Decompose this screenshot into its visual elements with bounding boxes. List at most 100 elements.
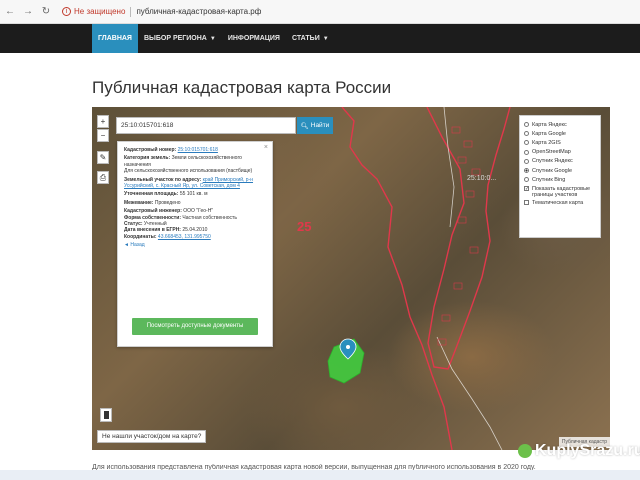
category-label: Категория земель:	[124, 155, 171, 162]
parcel-info-popup: × Кадастровый номер: 25:10:015701:618 Ка…	[117, 141, 273, 347]
chevron-down-icon: ▼	[209, 35, 216, 42]
site-navbar: ГЛАВНАЯ ВЫБОР РЕГИОНА ▼ ИНФОРМАЦИЯ СТАТЬИ…	[0, 24, 640, 53]
layer-label: Спутник Bing	[532, 176, 566, 183]
house-parcel	[463, 140, 473, 148]
layer-option[interactable]: Карта Яндекс	[524, 120, 596, 129]
layer-label: Карта Яндекс	[532, 121, 567, 128]
radio-selected-icon	[524, 168, 529, 174]
insecure-label: Не защищено	[74, 7, 126, 16]
zoom-out-button[interactable]: −	[97, 129, 109, 142]
address-label: Земельный участок по адресу:	[124, 176, 202, 183]
layer-label: Карта 2GIS	[532, 139, 561, 146]
layer-label: OpenStreetMap	[532, 149, 571, 156]
watermark-logo-icon	[518, 444, 532, 458]
layer-label: Спутник Google	[532, 167, 572, 174]
show-boundaries-label: Показать кадастровые границы участков	[532, 186, 591, 199]
layer-option-selected[interactable]: Спутник Google	[524, 166, 596, 175]
coordinates-link[interactable]: 43.668453, 131.995750	[158, 234, 211, 240]
map-layers-panel: Карта Яндекс Карта Google Карта 2GIS Ope…	[519, 115, 601, 238]
nav-home[interactable]: ГЛАВНАЯ	[92, 24, 138, 53]
status-value: Учтенный	[143, 221, 167, 228]
nav-information[interactable]: ИНФОРМАЦИЯ	[222, 24, 286, 53]
search-icon: 🔍︎	[300, 122, 309, 130]
layer-label: Карта Google	[532, 130, 566, 137]
radio-icon	[524, 122, 529, 128]
show-boundaries-toggle[interactable]: ✓ Показать кадастровые границы участков	[524, 186, 596, 198]
thematic-map-label: Тематическая карта	[532, 200, 584, 207]
house-parcel	[465, 190, 475, 198]
egrn-date-label: Дата внесения в ЕГРН:	[124, 227, 181, 234]
engineer-label: Кадастровый инженер:	[124, 208, 182, 215]
not-found-link[interactable]: Не нашли участок/дом на карте?	[97, 430, 207, 443]
house-parcel	[457, 156, 467, 164]
address-bar-url[interactable]: публичная-кадастровая-карта.рф	[136, 7, 261, 16]
radio-icon	[524, 131, 529, 137]
watermark-text: KuplуSrazu.ru	[535, 442, 640, 459]
nav-home-label: ГЛАВНАЯ	[98, 35, 132, 42]
chevron-down-icon: ▼	[322, 35, 329, 42]
print-icon[interactable]: ⎙	[97, 171, 109, 184]
marker-dot	[346, 345, 350, 349]
usage-value: Для сельскохозяйственного использования …	[124, 168, 253, 175]
zone-boundary	[341, 107, 453, 450]
survey-value: Проведено	[154, 199, 181, 206]
engineer-value: ООО "Гео-Н"	[183, 208, 214, 215]
ownership-label: Форма собственности:	[124, 214, 181, 221]
layer-option[interactable]: Спутник Яндекс	[524, 157, 596, 166]
info-warning-icon: i	[62, 7, 71, 16]
cadastral-search-input[interactable]: 25:10:015701:618	[116, 117, 296, 134]
page-title: Публичная кадастровая карта России	[92, 78, 392, 97]
close-icon[interactable]: ×	[264, 144, 268, 151]
forward-arrow-icon[interactable]: →	[22, 6, 34, 18]
taskbar	[0, 470, 640, 480]
house-parcel	[469, 246, 479, 254]
cadastral-zone-label: 25	[297, 219, 312, 234]
status-label: Статус:	[124, 221, 143, 228]
settlement-parcel-label: 25:10:0...	[467, 175, 497, 182]
settlement-boundary	[426, 107, 511, 370]
cadastral-map[interactable]: 25:10:015701:618 🔍︎ Найти + − ✎ ⎙ × Када…	[92, 107, 610, 450]
back-link[interactable]: ◄ Назад	[124, 242, 266, 248]
area-label: Уточненная площадь:	[124, 191, 179, 198]
house-parcel	[453, 282, 463, 290]
egrn-date-value: 25.04.2010	[182, 227, 208, 234]
nav-articles[interactable]: СТАТЬИ ▼	[286, 24, 335, 53]
url-separator	[130, 6, 132, 17]
nav-articles-label: СТАТЬИ	[291, 35, 320, 42]
nav-select-region-label: ВЫБОР РЕГИОНА	[143, 35, 207, 42]
radio-icon	[524, 149, 529, 155]
coordinates-label: Координаты:	[124, 233, 157, 240]
back-arrow-icon[interactable]: ←	[4, 6, 16, 18]
ownership-value: Частная собственность	[182, 214, 237, 221]
layer-option[interactable]: Спутник Bing	[524, 175, 596, 184]
house-parcel	[457, 216, 467, 224]
zoom-in-button[interactable]: +	[97, 115, 109, 128]
cadastral-number-link[interactable]: 25:10:015701:618	[178, 147, 218, 153]
survey-label: Межевание:	[124, 199, 154, 206]
thematic-map-toggle[interactable]: Тематическая карта	[524, 200, 596, 206]
cadastral-number-label: Кадастровый номер:	[124, 147, 177, 153]
area-value: 55 101 кв. м	[179, 191, 208, 198]
radio-icon	[524, 140, 529, 146]
browser-toolbar: ← → ↻ i Не защищено публичная-кадастрова…	[0, 0, 640, 24]
layer-option[interactable]: OpenStreetMap	[524, 148, 596, 157]
house-parcel	[441, 314, 451, 322]
road-line	[436, 336, 503, 450]
checkbox-icon	[524, 200, 529, 206]
watermark: KuplуSrazu.ru	[518, 442, 640, 460]
view-documents-button[interactable]: Посмотреть доступные документы	[132, 318, 258, 335]
search-button[interactable]: 🔍︎ Найти	[297, 117, 333, 134]
road-line	[443, 107, 455, 228]
ruler-icon[interactable]: ✎	[97, 151, 109, 164]
house-parcel	[451, 126, 461, 134]
reload-icon[interactable]: ↻	[40, 6, 52, 18]
nav-select-region[interactable]: ВЫБОР РЕГИОНА ▼	[138, 24, 222, 53]
layer-option[interactable]: Карта Google	[524, 129, 596, 138]
security-indicator[interactable]: i Не защищено	[62, 7, 125, 16]
layer-option[interactable]: Карта 2GIS	[524, 138, 596, 147]
search-button-label: Найти	[310, 122, 330, 129]
nav-information-label: ИНФОРМАЦИЯ	[227, 35, 280, 42]
bookmark-icon[interactable]	[100, 408, 112, 422]
layer-label: Спутник Яндекс	[532, 158, 573, 165]
radio-icon	[524, 177, 529, 183]
